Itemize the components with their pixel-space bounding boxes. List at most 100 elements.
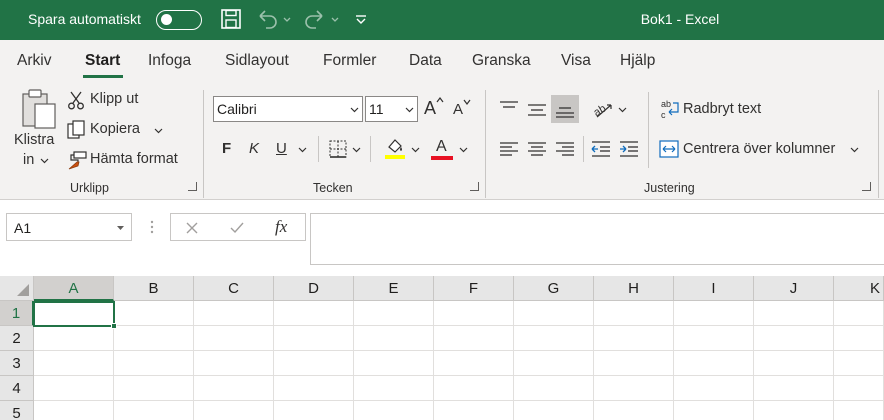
underline-button[interactable]: U: [276, 140, 287, 157]
cell-j2[interactable]: [754, 326, 834, 351]
cell-k2[interactable]: [834, 326, 884, 351]
cell-h4[interactable]: [594, 376, 674, 401]
cell-d1[interactable]: [274, 301, 354, 326]
cell-c4[interactable]: [194, 376, 274, 401]
cell-f2[interactable]: [434, 326, 514, 351]
cell-j3[interactable]: [754, 351, 834, 376]
cell-g2[interactable]: [514, 326, 594, 351]
italic-button[interactable]: K: [249, 140, 259, 157]
column-header-a[interactable]: A: [34, 276, 114, 301]
tecken-launcher-icon[interactable]: [470, 182, 479, 191]
cell-b3[interactable]: [114, 351, 194, 376]
cell-i5[interactable]: [674, 401, 754, 420]
cell-e3[interactable]: [354, 351, 434, 376]
align-top-icon[interactable]: [497, 98, 521, 120]
cell-d4[interactable]: [274, 376, 354, 401]
cell-i2[interactable]: [674, 326, 754, 351]
cell-h5[interactable]: [594, 401, 674, 420]
cell-k3[interactable]: [834, 351, 884, 376]
align-middle-icon[interactable]: [525, 98, 549, 120]
column-header-j[interactable]: J: [754, 276, 834, 301]
merge-dropdown-icon[interactable]: [850, 145, 859, 154]
urklipp-launcher-icon[interactable]: [188, 182, 197, 191]
cell-e4[interactable]: [354, 376, 434, 401]
tab-formler[interactable]: Formler: [323, 52, 376, 70]
column-header-d[interactable]: D: [274, 276, 354, 301]
column-header-k[interactable]: K: [834, 276, 884, 301]
customize-toolbar-icon[interactable]: [354, 8, 368, 30]
cell-f5[interactable]: [434, 401, 514, 420]
cell-a2[interactable]: [34, 326, 114, 351]
row-header-3[interactable]: 3: [0, 351, 34, 376]
cell-k5[interactable]: [834, 401, 884, 420]
wrap-text-button[interactable]: Radbryt text: [683, 101, 761, 117]
column-header-b[interactable]: B: [114, 276, 194, 301]
borders-icon[interactable]: [328, 139, 348, 159]
format-painter-icon[interactable]: [66, 150, 88, 170]
tab-arkiv[interactable]: Arkiv: [17, 52, 51, 70]
paste-label-2[interactable]: in: [23, 152, 34, 168]
column-header-g[interactable]: G: [514, 276, 594, 301]
copy-dropdown-icon[interactable]: [154, 126, 163, 135]
tab-visa[interactable]: Visa: [561, 52, 591, 70]
font-name-dropdown-icon[interactable]: [350, 105, 359, 114]
cell-h2[interactable]: [594, 326, 674, 351]
column-header-f[interactable]: F: [434, 276, 514, 301]
name-box[interactable]: A1: [6, 213, 132, 241]
scissors-icon[interactable]: [66, 90, 86, 110]
column-header-i[interactable]: I: [674, 276, 754, 301]
wrap-text-icon[interactable]: ab c: [659, 98, 681, 120]
redo-icon[interactable]: [304, 8, 344, 30]
cell-d3[interactable]: [274, 351, 354, 376]
cell-c2[interactable]: [194, 326, 274, 351]
tab-data[interactable]: Data: [409, 52, 442, 70]
formula-bar-splitter-icon[interactable]: [150, 219, 154, 235]
column-header-c[interactable]: C: [194, 276, 274, 301]
merge-center-button[interactable]: Centrera över kolumner: [683, 141, 835, 157]
cell-k4[interactable]: [834, 376, 884, 401]
cell-b2[interactable]: [114, 326, 194, 351]
row-header-5[interactable]: 5: [0, 401, 34, 420]
cell-f3[interactable]: [434, 351, 514, 376]
cell-j5[interactable]: [754, 401, 834, 420]
cell-b1[interactable]: [114, 301, 194, 326]
bold-button[interactable]: F: [222, 140, 231, 157]
cell-h3[interactable]: [594, 351, 674, 376]
cell-f4[interactable]: [434, 376, 514, 401]
formula-input[interactable]: [310, 213, 884, 265]
font-color-button[interactable]: A: [436, 138, 447, 156]
align-left-icon[interactable]: [497, 138, 521, 160]
align-bottom-icon[interactable]: [553, 98, 577, 120]
cell-e1[interactable]: [354, 301, 434, 326]
worksheet-grid[interactable]: A B C D E F G H I J K 1 2 3 4 5: [0, 276, 884, 420]
cell-g5[interactable]: [514, 401, 594, 420]
highlight-fill-icon[interactable]: [384, 136, 406, 160]
cell-i4[interactable]: [674, 376, 754, 401]
cell-g3[interactable]: [514, 351, 594, 376]
cell-e2[interactable]: [354, 326, 434, 351]
decrease-indent-icon[interactable]: [589, 138, 613, 160]
cell-a4[interactable]: [34, 376, 114, 401]
row-header-2[interactable]: 2: [0, 326, 34, 351]
orientation-icon[interactable]: ab: [591, 97, 615, 119]
justering-launcher-icon[interactable]: [862, 182, 871, 191]
fill-handle[interactable]: [111, 323, 117, 329]
cell-g1[interactable]: [514, 301, 594, 326]
font-color-dropdown-icon[interactable]: [459, 145, 468, 154]
enter-check-icon[interactable]: [229, 221, 245, 235]
cell-i3[interactable]: [674, 351, 754, 376]
tab-infoga[interactable]: Infoga: [148, 52, 191, 70]
tab-hjalp[interactable]: Hjälp: [620, 52, 655, 70]
column-header-h[interactable]: H: [594, 276, 674, 301]
row-header-4[interactable]: 4: [0, 376, 34, 401]
cell-j4[interactable]: [754, 376, 834, 401]
select-all-button[interactable]: [0, 276, 34, 301]
paste-dropdown-icon[interactable]: [40, 156, 49, 165]
cell-e5[interactable]: [354, 401, 434, 420]
font-name-select[interactable]: Calibri: [213, 96, 363, 122]
underline-dropdown-icon[interactable]: [298, 145, 307, 154]
cell-c3[interactable]: [194, 351, 274, 376]
cell-g4[interactable]: [514, 376, 594, 401]
paste-label[interactable]: Klistra: [14, 132, 54, 148]
insert-function-button[interactable]: fx: [275, 217, 287, 237]
